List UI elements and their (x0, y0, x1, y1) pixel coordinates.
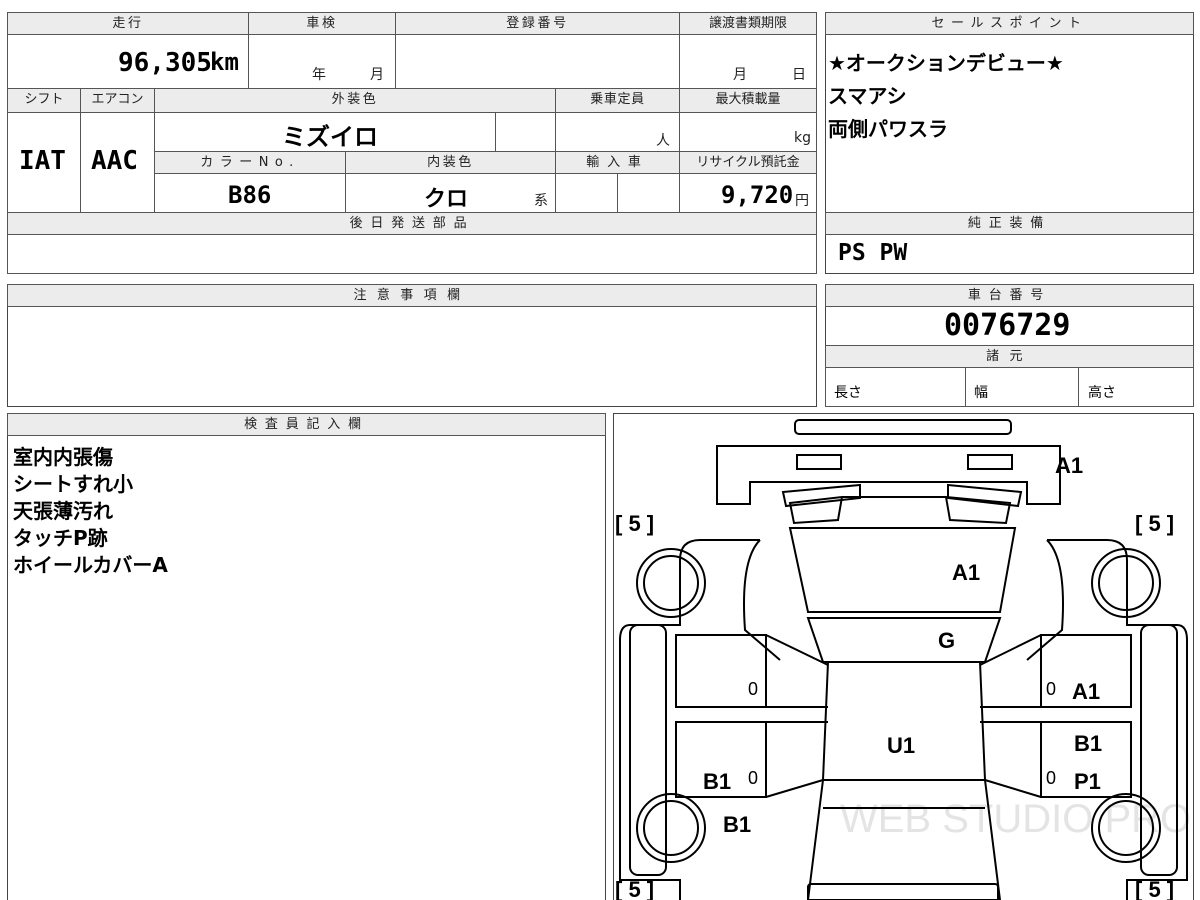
tire-rear-left-inner (643, 800, 699, 856)
zero-right-front: 0 (1046, 679, 1056, 699)
windshield (806, 617, 1002, 663)
tread-rear-right: [ 5 ] (1135, 877, 1174, 900)
tire-front-left (636, 548, 706, 618)
zero-left-rear: 0 (748, 768, 758, 788)
mark-right-front-door: A1 (1072, 679, 1100, 704)
mark-right-rear-door-2: P1 (1074, 769, 1101, 794)
zero-left-front: 0 (748, 679, 758, 699)
mark-roof: U1 (887, 733, 915, 758)
tire-rear-left (636, 793, 706, 863)
mark-left-rear-door: B1 (703, 769, 731, 794)
tread-rear-left: [ 5 ] (615, 877, 654, 900)
right-slide (979, 634, 1042, 798)
mark-hood: A1 (952, 560, 980, 585)
grille-slot-right (944, 495, 1012, 525)
left-mirror (629, 624, 667, 876)
zero-right-rear: 0 (1046, 768, 1056, 788)
front-light-right (967, 454, 1013, 470)
tire-front-left-inner (643, 555, 699, 611)
left-slide (765, 634, 829, 798)
roof (821, 661, 987, 781)
front-fender-curves (743, 539, 1064, 661)
mark-right-rear-door-1: B1 (1074, 731, 1102, 756)
mark-windshield: G (938, 628, 955, 653)
hood (788, 527, 1017, 613)
front-strip (794, 419, 1012, 435)
mark-left-rear-fender: B1 (723, 812, 751, 837)
rear-bumper (807, 883, 999, 900)
car-diagram: WEB STUDIO PRO [ 5 ] [ 5 ] [ 5 ] [5] A… (615, 419, 1191, 900)
tread-front-right: [ 5 ] (1135, 511, 1174, 536)
mark-front-bumper: A1 (1055, 453, 1083, 478)
front-light-left (796, 454, 842, 470)
tread-front-left: [ 5 ] (615, 511, 654, 536)
